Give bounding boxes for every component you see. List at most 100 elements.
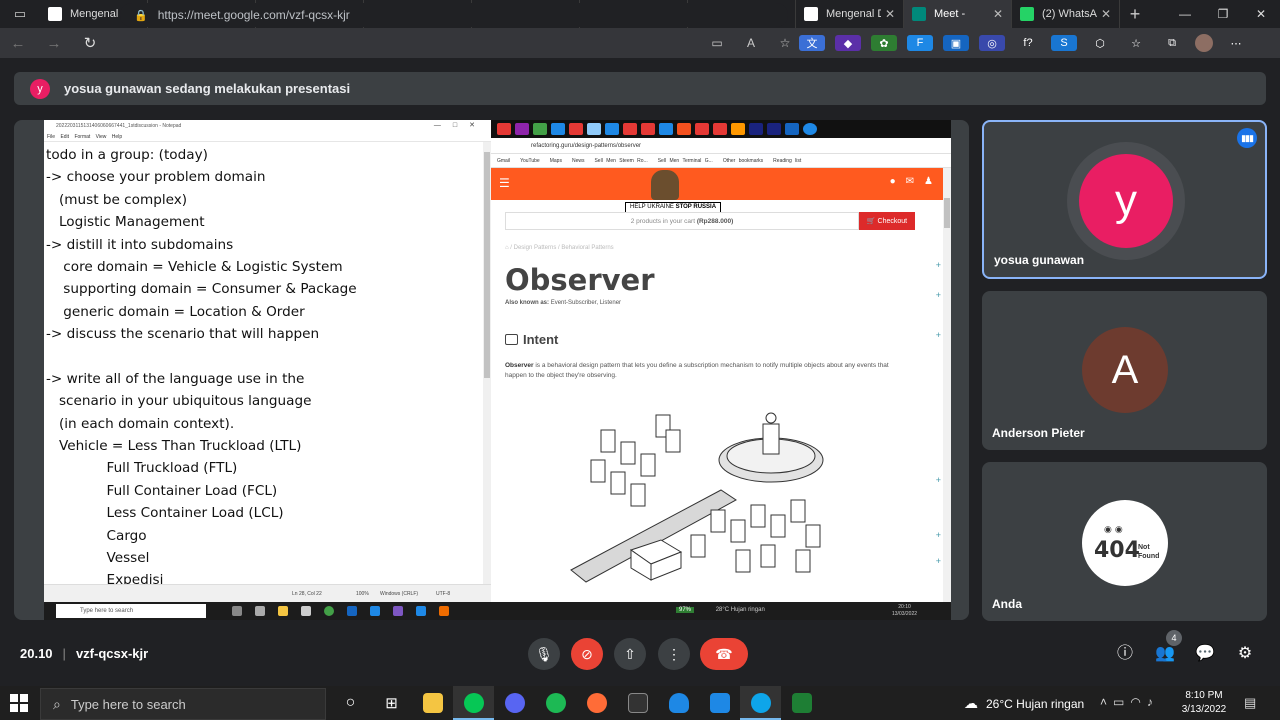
notepad-line: Cargo (46, 527, 147, 544)
camera-icon[interactable]: ▭ (700, 36, 734, 50)
taskbar-weather[interactable]: ☁ 26°C Hujan ringan (964, 695, 1084, 712)
profile-avatar[interactable] (1195, 34, 1213, 52)
terminal-icon[interactable] (617, 686, 658, 720)
minimize-icon[interactable]: — (1166, 0, 1204, 28)
shared-browser-bookmarks: Gmail YouTube Maps News Sell Men Steem Ro...… (491, 154, 951, 168)
search-icon: ⌕ (53, 695, 61, 712)
notepad-line: generic domain = Location & Order (46, 303, 305, 320)
extension-icon[interactable]: ✿ (871, 35, 897, 51)
taskbar-search-box[interactable]: ⌕ Type here to search (40, 688, 326, 720)
math-extension-icon[interactable]: f? (1015, 35, 1041, 51)
microphone-button[interactable]: 🎙 (528, 638, 560, 670)
notification-icon[interactable]: ▤ (1244, 695, 1256, 711)
chat-icon[interactable]: 💬 (1193, 642, 1217, 666)
face-icon: ◉◉ (1104, 524, 1126, 534)
line-app-icon[interactable] (453, 686, 494, 720)
line-ending: Windows (CRLF) (380, 591, 419, 597)
notepad-line: Full Container Load (FCL) (46, 482, 278, 499)
participant-tile-yosua[interactable]: ▮▮▮ y yosua gunawan (982, 120, 1267, 279)
close-icon[interactable]: ✕ (1242, 0, 1280, 28)
participant-tile-anderson[interactable]: A Anderson Pieter (982, 291, 1267, 450)
shared-browser-window: refactoring.guru/design-patterns/observe… (491, 120, 951, 602)
audio-level-icon: ▮▮▮ (1237, 128, 1257, 148)
avatar: y (1079, 154, 1173, 248)
edge-icon[interactable] (740, 686, 781, 720)
forward-icon[interactable]: → (36, 35, 72, 52)
system-tray-icons[interactable]: ˄▭◠♪ (1100, 695, 1159, 709)
plus-icon: + (935, 330, 941, 340)
tab-favicon-icon (1020, 7, 1034, 21)
avatar: A (1082, 327, 1168, 413)
cortana-icon[interactable]: ○ (330, 686, 371, 720)
maximize-icon[interactable]: ❐ (1204, 0, 1242, 28)
read-aloud-icon[interactable]: A (734, 36, 768, 50)
tab-favicon-icon (912, 7, 926, 21)
participant-tile-self[interactable]: ◉◉ 404 Not Found Anda (982, 462, 1267, 621)
avatar: ◉◉ 404 Not Found (1082, 500, 1168, 586)
spotify-icon[interactable] (535, 686, 576, 720)
tab-title: (2) WhatsA (1042, 8, 1097, 20)
browser-tab[interactable]: Mengenal D ✕ (796, 0, 904, 28)
also-known-as: Also known as: Event-Subscriber, Listene… (505, 300, 622, 306)
notepad-line: -> distill it into subdomains (46, 236, 234, 253)
task-view-icon[interactable]: ⊞ (371, 686, 412, 720)
extension-icon[interactable]: S (1051, 35, 1077, 51)
more-options-button[interactable]: ⋮ (658, 638, 690, 670)
lock-icon[interactable]: 🔒 (134, 9, 148, 22)
meeting-code: vzf-qcsx-kjr (75, 646, 149, 661)
notepad-line (46, 346, 476, 368)
discord-icon[interactable] (494, 686, 535, 720)
reload-icon[interactable]: ↻ (72, 34, 108, 52)
shared-browser-tabs (491, 120, 951, 138)
url-input[interactable]: 🔒 https://meet.google.com/vzf-qcsx-kjr (120, 3, 788, 27)
excel-icon[interactable] (781, 686, 822, 720)
new-tab-button[interactable]: + (1120, 4, 1150, 25)
browser-tab[interactable]: Meet - ✕ (904, 0, 1012, 28)
extension-icon[interactable]: ▣ (943, 35, 969, 51)
page-title: Observer (505, 263, 655, 297)
notepad-titlebar: 2022203115131406060667441_1stdiscussion … (44, 120, 491, 132)
plus-icon: + (935, 530, 941, 540)
taskbar-clock[interactable]: 8:10 PM 3/13/2022 (1176, 689, 1232, 717)
notepad-line: -> write all of the language use in the (46, 370, 305, 387)
tab-close-icon[interactable]: ✕ (885, 7, 895, 21)
file-explorer-icon[interactable] (412, 686, 453, 720)
extension-icon[interactable]: ◎ (979, 35, 1005, 51)
notepad-menu: File Edit Format View Help (44, 132, 491, 142)
presentation-banner: y yosua gunawan sedang melakukan present… (14, 72, 1266, 105)
extensions-icon[interactable]: ⬡ (1087, 35, 1113, 51)
postman-icon[interactable] (576, 686, 617, 720)
participant-name: Anderson Pieter (992, 426, 1085, 440)
vscode-icon[interactable] (699, 686, 740, 720)
activities-icon[interactable]: ⚙ (1233, 642, 1257, 666)
comment-icon (505, 334, 518, 345)
shared-taskbar-clock: 20:10 13/03/2022 (892, 604, 918, 617)
intent-paragraph: Observer is a behavioral design pattern … (505, 362, 889, 379)
more-icon[interactable]: ⋯ (1223, 35, 1249, 51)
notepad-window-controls: —□✕ (433, 122, 487, 129)
extension-icon[interactable]: F (907, 35, 933, 51)
present-screen-button[interactable]: ⇧ (614, 638, 646, 670)
notepad-status-bar: Ln 28, Col 22 100% Windows (CRLF) UTF-8 (44, 584, 491, 602)
collections-icon[interactable]: ⧉ (1159, 35, 1185, 51)
start-button[interactable] (10, 694, 28, 712)
tab-close-icon[interactable]: ✕ (1101, 7, 1111, 21)
app-icon[interactable] (658, 686, 699, 720)
plus-icon: + (935, 290, 941, 300)
shared-screen: 2022203115131406060667441_1stdiscussion … (44, 120, 951, 620)
cloud-icon: ☁ (964, 695, 978, 711)
tab-close-icon[interactable]: ✕ (993, 7, 1003, 21)
tab-actions-icon[interactable]: ▭ (0, 0, 40, 28)
translate-extension-icon[interactable]: 文 (799, 35, 825, 51)
meeting-details-icon[interactable]: ⓘ (1113, 642, 1137, 666)
camera-off-button[interactable]: ⊘ (571, 638, 603, 670)
extension-icon[interactable]: ◆ (835, 35, 861, 51)
browser-tab[interactable]: (2) WhatsA ✕ (1012, 0, 1120, 28)
participant-count-badge: 4 (1166, 630, 1182, 646)
bookmark-item: YouTube (520, 157, 540, 164)
favorites-icon[interactable]: ☆ (1123, 35, 1149, 51)
breadcrumb: ⌂ / Design Patterns / Behavioral Pattern… (505, 245, 614, 251)
back-icon[interactable]: ← (0, 35, 36, 52)
notepad-line: core domain = Vehicle & Logistic System (46, 258, 343, 275)
leave-call-button[interactable]: ☎ (700, 638, 748, 670)
